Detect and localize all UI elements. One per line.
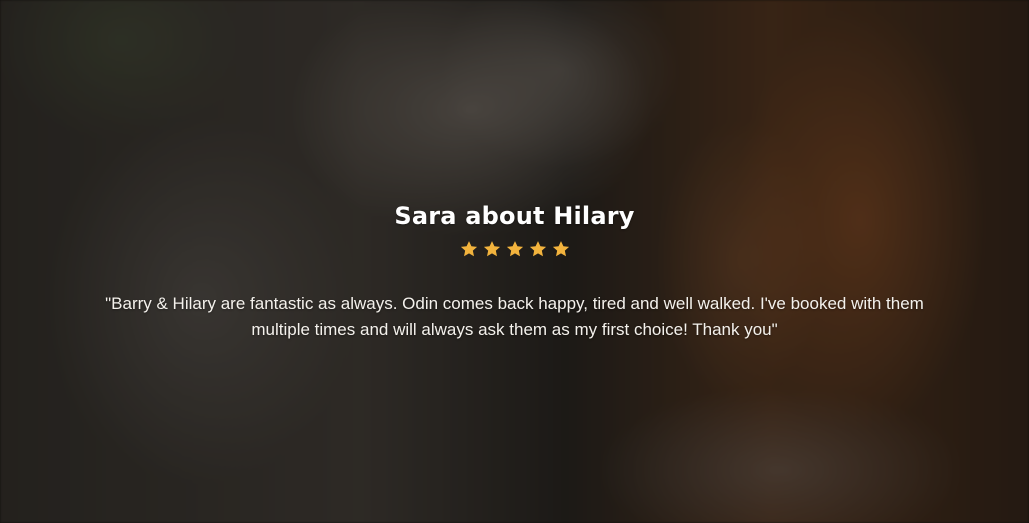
star-icon [482, 239, 502, 259]
star-icon [528, 239, 548, 259]
testimonial-title: Sara about Hilary [394, 202, 635, 230]
star-icon [459, 239, 479, 259]
testimonial-hero: Sara about Hilary "Barry & Hilary are fa… [0, 0, 1029, 523]
testimonial-quote: "Barry & Hilary are fantastic as always.… [105, 294, 924, 339]
testimonial-content: Sara about Hilary "Barry & Hilary are fa… [0, 196, 1029, 343]
rating-stars [459, 238, 571, 260]
star-icon [505, 239, 525, 259]
star-icon [551, 239, 571, 259]
